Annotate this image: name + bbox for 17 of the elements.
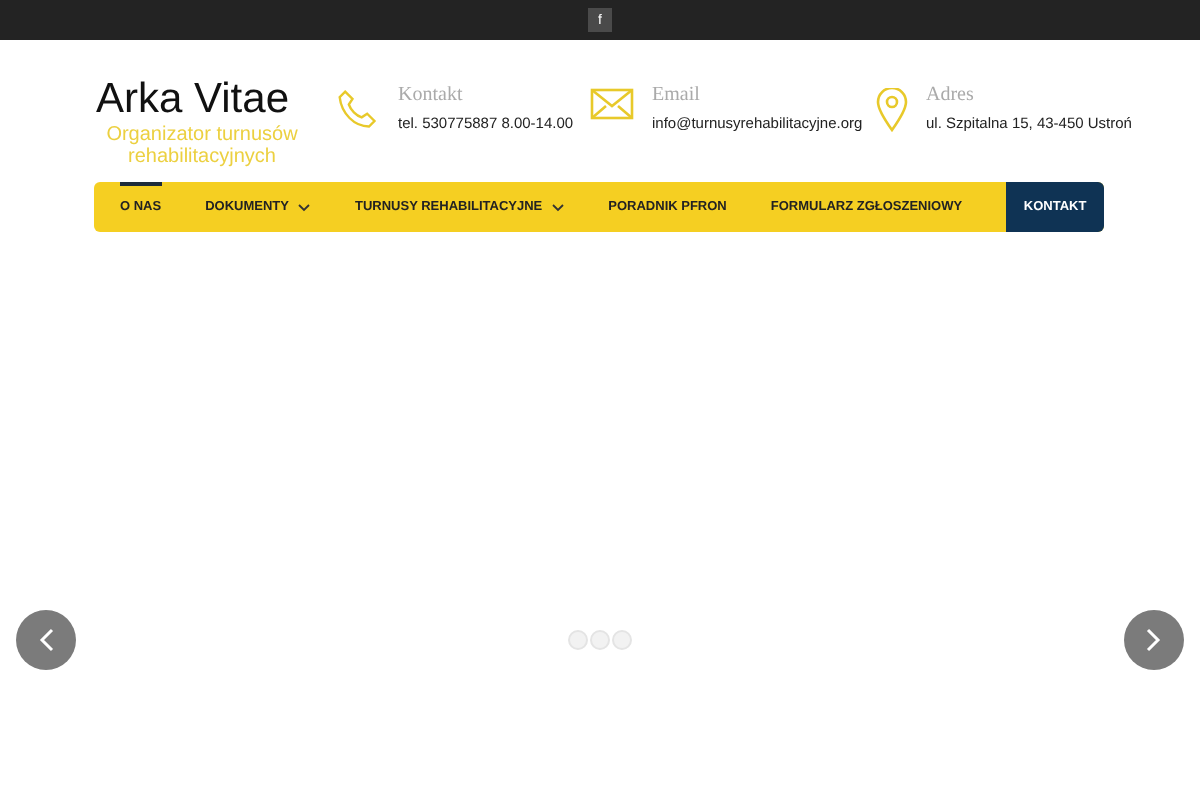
slide-dot[interactable] [568, 630, 588, 650]
slide-dot[interactable] [612, 630, 632, 650]
contact-label: Kontakt [398, 84, 465, 106]
location-pin-icon [876, 88, 908, 132]
caret-icon [298, 203, 311, 211]
logo-subtitle: Organizator turnusów rehabilitacyjnych [104, 124, 300, 168]
caret-icon [552, 203, 565, 211]
slide-dot[interactable] [590, 630, 610, 650]
contact-label: Email [652, 84, 702, 106]
phone-icon [336, 88, 380, 132]
logo-title[interactable]: Arka Vitae [96, 76, 336, 124]
previous-slide-button[interactable] [16, 610, 76, 670]
chevron-left-icon [38, 628, 54, 652]
next-slide-button[interactable] [1124, 610, 1184, 670]
contact-label: Adres [926, 84, 976, 106]
envelope-icon [590, 88, 634, 120]
chevron-right-icon [1146, 628, 1162, 652]
